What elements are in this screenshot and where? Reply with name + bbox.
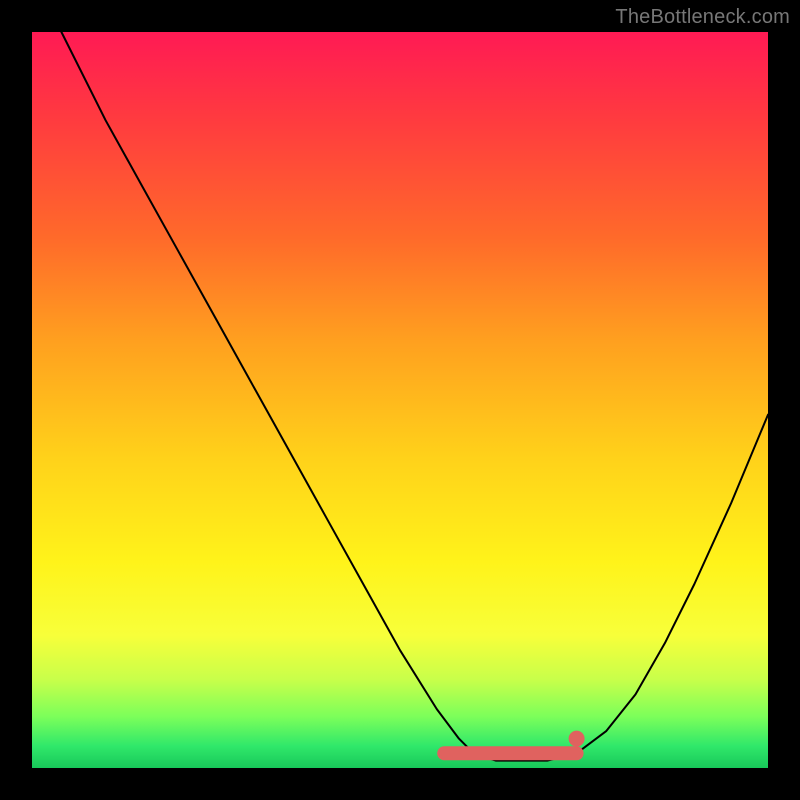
chart-svg — [32, 32, 768, 768]
chart-frame: TheBottleneck.com — [0, 0, 800, 800]
bottleneck-curve — [61, 32, 768, 761]
watermark-text: TheBottleneck.com — [615, 6, 790, 29]
plot-area — [32, 32, 768, 768]
marker-dot — [569, 731, 585, 747]
